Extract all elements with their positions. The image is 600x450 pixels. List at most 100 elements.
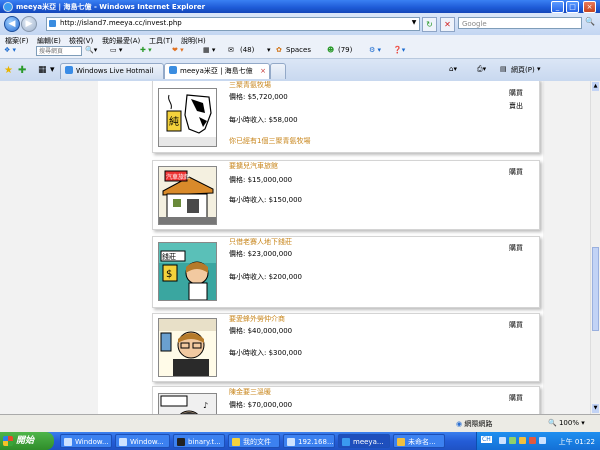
- sell-link[interactable]: 賣出: [509, 101, 523, 111]
- new-tab-button[interactable]: [270, 63, 286, 79]
- zoom-control[interactable]: 🔍 100% ▾: [548, 419, 585, 427]
- home-icon[interactable]: ⌂▾: [449, 65, 457, 73]
- quick-tabs-icon[interactable]: ▦: [38, 65, 47, 75]
- spaces-icon[interactable]: ✿: [276, 46, 282, 54]
- mail-icon[interactable]: ✉: [228, 46, 234, 54]
- live-icon[interactable]: ❖ ▾: [4, 46, 16, 54]
- clock[interactable]: 上午 01:22: [559, 437, 595, 447]
- investment-card-2: 汽車旅館 要擴兒汽車旅館 價格: $15,000,000 每小時收入: $150…: [152, 160, 540, 230]
- tab-list-icon[interactable]: ▾: [50, 65, 55, 75]
- search-icon[interactable]: 🔍: [584, 17, 596, 29]
- toolbar-feed-icon[interactable]: ▦ ▾: [203, 46, 215, 54]
- taskbar-item[interactable]: binary.t...: [173, 434, 225, 448]
- meeya-favicon: [169, 66, 177, 74]
- page-menu[interactable]: 網頁(P): [511, 65, 535, 75]
- tray-icon[interactable]: [509, 437, 516, 444]
- system-tray: CH 上午 01:22: [476, 432, 600, 450]
- close-tab-icon[interactable]: ×: [260, 64, 266, 79]
- task-label: binary.t...: [188, 438, 221, 446]
- investment-price: 價格: $15,000,000: [229, 176, 293, 184]
- vertical-scrollbar[interactable]: ▲ ▼: [590, 81, 600, 414]
- svg-text:純: 純: [169, 115, 179, 128]
- ownership-note: 你已經有1個三聚青氨牧場: [229, 137, 311, 145]
- language-indicator[interactable]: CH: [481, 436, 492, 443]
- taskbar-item[interactable]: Window...: [60, 434, 112, 448]
- close-button[interactable]: ×: [583, 1, 596, 13]
- toolbar-button[interactable]: ▭ ▾: [110, 46, 122, 54]
- scroll-down-icon[interactable]: ▼: [592, 404, 599, 413]
- search-input[interactable]: Google: [458, 17, 582, 29]
- page-icon[interactable]: ▤: [500, 65, 507, 73]
- moneylender-image: 錢莊 $: [158, 242, 217, 301]
- zoom-icon: 🔍: [548, 419, 557, 427]
- task-label: Window...: [130, 438, 164, 446]
- svg-text:$: $: [166, 269, 172, 280]
- taskbar-item[interactable]: Window...: [115, 434, 170, 448]
- window-icon: [119, 438, 127, 446]
- tab-meeya[interactable]: meeya米亞 | 海島七億 ×: [164, 63, 270, 79]
- toolbar-add-icon[interactable]: ✚ ▾: [140, 46, 152, 54]
- investment-income: 每小時收入: $200,000: [229, 273, 302, 281]
- task-label: meeya...: [353, 438, 384, 446]
- spaces-label[interactable]: Spaces: [286, 46, 311, 54]
- toolbar-settings-icon[interactable]: ⚙ ▾: [369, 46, 381, 54]
- messenger-icon[interactable]: ☻: [327, 46, 334, 54]
- tab-label: meeya米亞 | 海島七億: [180, 67, 253, 75]
- investment-price: 價格: $5,720,000: [229, 93, 288, 101]
- scroll-up-icon[interactable]: ▲: [592, 82, 599, 91]
- buy-link[interactable]: 購買: [509, 243, 523, 253]
- toolbar-more-icon[interactable]: ▾: [267, 46, 271, 54]
- buy-link[interactable]: 購買: [509, 320, 523, 330]
- buy-link[interactable]: 購買: [509, 88, 523, 98]
- toolbar-search-input[interactable]: 搜尋網頁: [36, 46, 82, 56]
- start-button[interactable]: 開始: [0, 432, 54, 450]
- window-title-bar: meeya米亞 | 海島七億 - Windows Internet Explor…: [0, 0, 600, 13]
- svg-text:錢莊: 錢莊: [162, 252, 176, 261]
- security-zone: ◉ 網際網路: [456, 419, 492, 429]
- taskbar: 開始 Window... Window... binary.t... 我的文件 …: [0, 432, 600, 450]
- investment-card-4: 要愛蜂外勞仲介商 價格: $40,000,000 每小時收入: $300,000…: [152, 313, 540, 382]
- tab-hotmail[interactable]: Windows Live Hotmail: [60, 63, 164, 79]
- task-label: 未命名...: [408, 438, 436, 446]
- minimize-button[interactable]: _: [551, 1, 564, 13]
- messenger-count[interactable]: (79): [338, 46, 352, 54]
- maximize-button[interactable]: □: [566, 1, 579, 13]
- tray-icon[interactable]: [529, 437, 536, 444]
- forward-button[interactable]: ▶: [21, 16, 37, 32]
- address-url: http://island7.meeya.cc/invest.php: [60, 19, 182, 27]
- investment-title: 只借老賽人地下錢莊: [229, 238, 292, 246]
- task-label: Window...: [75, 438, 109, 446]
- ie-icon: [342, 438, 350, 446]
- investment-card-5: ♪ 陳金要三溫暖 價格: $70,000,000 購買: [152, 386, 540, 414]
- start-label: 開始: [16, 436, 35, 446]
- buy-link[interactable]: 購買: [509, 393, 523, 403]
- print-icon[interactable]: ⎙▾: [477, 65, 486, 74]
- buy-link[interactable]: 購買: [509, 167, 523, 177]
- zone-label: 網際網路: [464, 420, 493, 428]
- toolbar-favorite-icon[interactable]: ❤ ▾: [172, 46, 184, 54]
- svg-text:汽車旅館: 汽車旅館: [166, 173, 190, 181]
- tray-icon[interactable]: [519, 437, 526, 444]
- back-button[interactable]: ◀: [4, 16, 20, 32]
- toolbar-help-icon[interactable]: ❓▾: [393, 46, 405, 54]
- windows-logo-icon: [3, 436, 13, 446]
- taskbar-item-active[interactable]: meeya...: [338, 434, 390, 448]
- taskbar-item[interactable]: 未命名...: [393, 434, 445, 448]
- page-menu-arrow-icon[interactable]: ▾: [537, 65, 541, 73]
- stop-icon[interactable]: ✕: [440, 17, 455, 32]
- mail-count[interactable]: (48): [240, 46, 254, 54]
- task-label: 192.168...: [298, 438, 334, 446]
- taskbar-item[interactable]: 我的文件: [228, 434, 280, 448]
- volume-icon[interactable]: [539, 437, 546, 444]
- add-favorite-icon[interactable]: ✚: [18, 65, 26, 76]
- paint-icon: [397, 438, 405, 446]
- taskbar-item[interactable]: 192.168...: [283, 434, 335, 448]
- favorites-star-icon[interactable]: ★: [4, 65, 13, 76]
- motel-image: 汽車旅館: [158, 166, 217, 225]
- scroll-thumb[interactable]: [592, 247, 599, 331]
- toolbar-search-icon[interactable]: 🔍▾: [85, 46, 97, 54]
- address-field[interactable]: http://island7.meeya.cc/invest.php ▼: [46, 17, 420, 31]
- address-dropdown-icon[interactable]: ▼: [410, 19, 418, 28]
- tray-icon[interactable]: [499, 437, 506, 444]
- refresh-icon[interactable]: ↻: [422, 17, 437, 32]
